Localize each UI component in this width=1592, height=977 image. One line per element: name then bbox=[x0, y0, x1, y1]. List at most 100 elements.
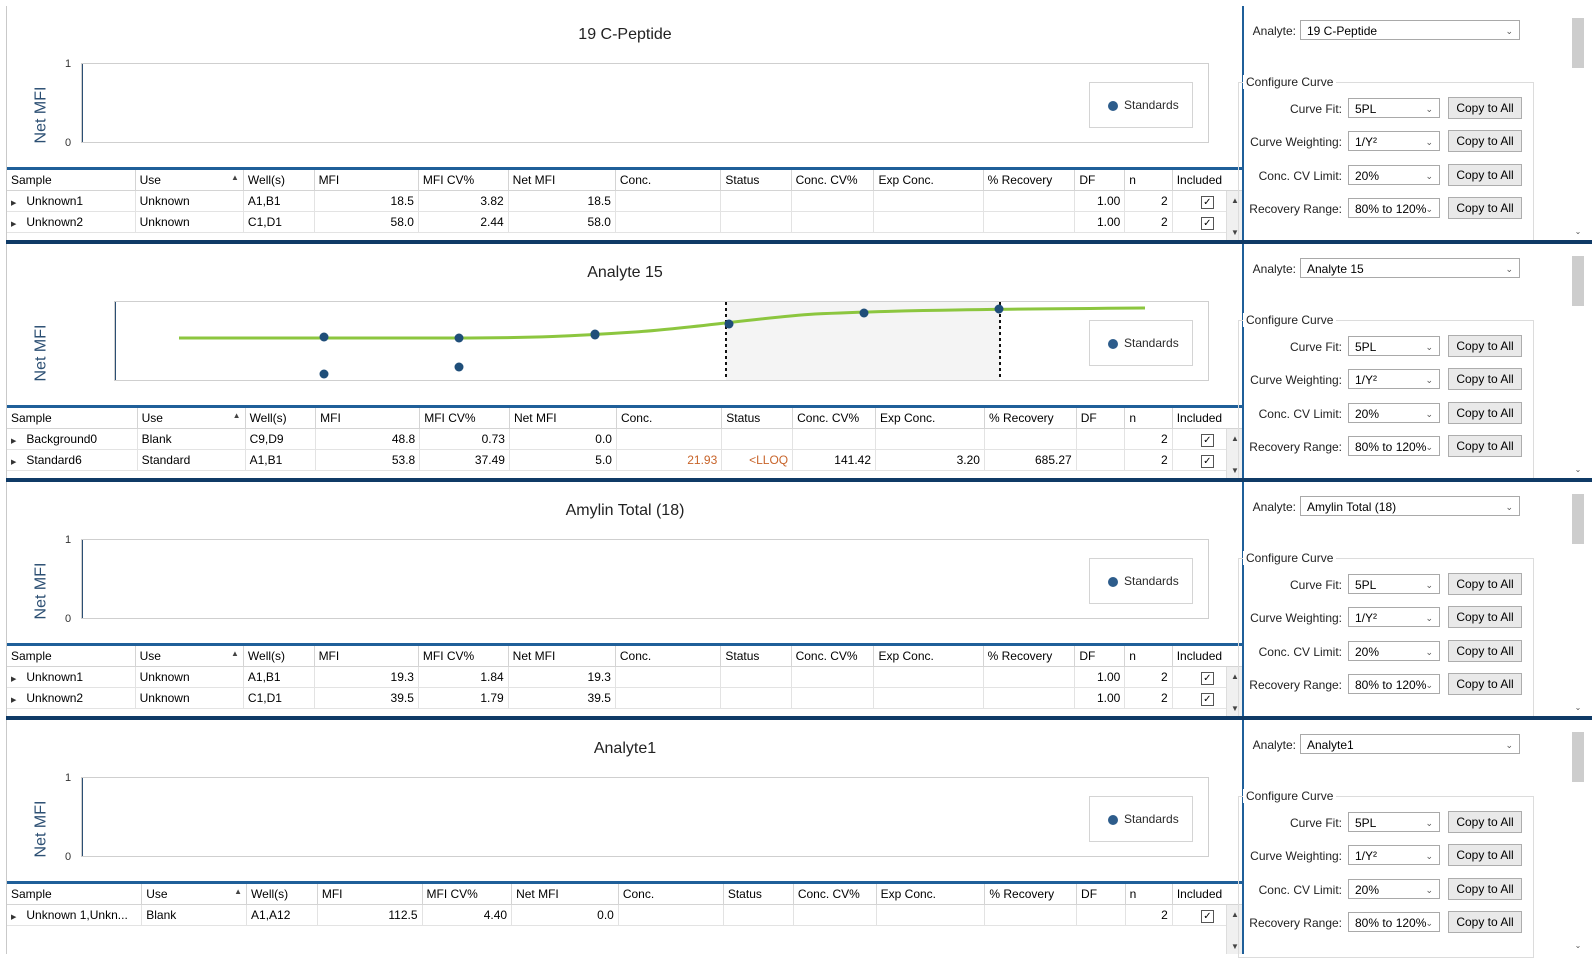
column-header[interactable]: Well(s) bbox=[243, 170, 315, 191]
scroll-thumb[interactable] bbox=[1572, 18, 1584, 68]
analyte-select[interactable]: 19 C-Peptide ⌄ bbox=[1300, 20, 1520, 40]
included-checkbox[interactable]: ✓ bbox=[1200, 671, 1214, 685]
column-header[interactable]: Sample bbox=[7, 170, 136, 191]
column-header[interactable]: n bbox=[1124, 646, 1173, 667]
column-header[interactable]: Conc. bbox=[618, 884, 724, 905]
column-header[interactable]: Net MFI bbox=[508, 170, 616, 191]
scroll-thumb[interactable] bbox=[1572, 256, 1584, 306]
column-header[interactable]: % Recovery bbox=[984, 408, 1077, 429]
conc-cv-limit-select[interactable]: 20% ⌄ bbox=[1348, 165, 1440, 185]
column-header[interactable]: Use ▲ bbox=[137, 408, 246, 429]
conc-cv-limit-select[interactable]: 20% ⌄ bbox=[1348, 879, 1440, 899]
column-header[interactable]: Conc. bbox=[615, 646, 722, 667]
table-row[interactable]: ▶ Unknown 1,Unkn... Blank A1,A12 112.5 4.40 0.… bbox=[7, 904, 1243, 926]
expand-row-icon[interactable]: ▶ bbox=[11, 676, 16, 683]
column-header[interactable]: DF bbox=[1076, 408, 1126, 429]
column-header[interactable]: n bbox=[1124, 408, 1173, 429]
included-checkbox[interactable]: ✓ bbox=[1200, 216, 1214, 230]
table-row[interactable]: ▶ Unknown2 Unknown C1,D1 39.5 1.79 39.5 1.00 2 ✓ bbox=[7, 687, 1243, 709]
curve-fit-copy-to-all-button[interactable]: Copy to All bbox=[1448, 811, 1522, 833]
conc-cv-limit-select[interactable]: 20% ⌄ bbox=[1348, 641, 1440, 661]
included-checkbox[interactable]: ✓ bbox=[1200, 433, 1214, 447]
settings-scrollbar[interactable]: ⌄ bbox=[1570, 726, 1586, 950]
expand-row-icon[interactable]: ▶ bbox=[11, 221, 16, 228]
conc-cv-limit-copy-to-all-button[interactable]: Copy to All bbox=[1448, 402, 1522, 424]
curve-weighting-copy-to-all-button[interactable]: Copy to All bbox=[1448, 606, 1522, 628]
curve-fit-select[interactable]: 5PL ⌄ bbox=[1348, 812, 1440, 832]
scroll-down-icon[interactable]: ⌄ bbox=[1570, 465, 1586, 474]
column-header[interactable]: Status bbox=[720, 646, 792, 667]
curve-fit-copy-to-all-button[interactable]: Copy to All bbox=[1448, 573, 1522, 595]
column-header[interactable]: Conc. CV% bbox=[792, 408, 876, 429]
column-header[interactable]: MFI CV% bbox=[419, 408, 510, 429]
included-checkbox[interactable]: ✓ bbox=[1200, 692, 1214, 706]
conc-cv-limit-copy-to-all-button[interactable]: Copy to All bbox=[1448, 164, 1522, 186]
curve-fit-select[interactable]: 5PL ⌄ bbox=[1348, 336, 1440, 356]
recovery-range-select[interactable]: 80% to 120% ⌄ bbox=[1348, 198, 1440, 218]
column-header[interactable]: % Recovery bbox=[983, 646, 1076, 667]
scroll-down-icon[interactable]: ⌄ bbox=[1570, 227, 1586, 236]
table-row[interactable]: ▶ Unknown2 Unknown C1,D1 58.0 2.44 58.0 1.00 2 ✓ bbox=[7, 211, 1243, 233]
column-header[interactable]: n bbox=[1124, 170, 1173, 191]
column-header[interactable]: Status bbox=[723, 884, 794, 905]
table-row[interactable]: ▶ Standard6 Standard A1,B1 53.8 37.49 5.0 21.93… bbox=[7, 449, 1243, 471]
column-header[interactable]: % Recovery bbox=[984, 884, 1078, 905]
conc-cv-limit-select[interactable]: 20% ⌄ bbox=[1348, 403, 1440, 423]
recovery-range-copy-to-all-button[interactable]: Copy to All bbox=[1448, 197, 1522, 219]
column-header[interactable]: Sample bbox=[7, 646, 136, 667]
column-header[interactable]: Status bbox=[721, 408, 794, 429]
column-header[interactable]: MFI CV% bbox=[422, 884, 513, 905]
curve-weighting-select[interactable]: 1/Y² ⌄ bbox=[1348, 845, 1440, 865]
column-header[interactable]: Conc. CV% bbox=[793, 884, 877, 905]
curve-weighting-select[interactable]: 1/Y² ⌄ bbox=[1348, 369, 1440, 389]
recovery-range-copy-to-all-button[interactable]: Copy to All bbox=[1448, 673, 1522, 695]
column-header[interactable]: Conc. bbox=[615, 170, 722, 191]
column-header[interactable]: Status bbox=[720, 170, 792, 191]
recovery-range-select[interactable]: 80% to 120% ⌄ bbox=[1348, 912, 1440, 932]
settings-scrollbar[interactable]: ⌄ bbox=[1570, 488, 1586, 712]
column-header[interactable]: MFI bbox=[314, 646, 419, 667]
analyte-select[interactable]: Analyte1 ⌄ bbox=[1300, 734, 1520, 754]
column-header[interactable]: DF bbox=[1074, 646, 1126, 667]
expand-row-icon[interactable]: ▶ bbox=[11, 697, 16, 704]
column-header[interactable]: Use ▲ bbox=[141, 884, 248, 905]
column-header[interactable]: MFI CV% bbox=[418, 170, 509, 191]
settings-scrollbar[interactable]: ⌄ bbox=[1570, 250, 1586, 474]
recovery-range-copy-to-all-button[interactable]: Copy to All bbox=[1448, 435, 1522, 457]
column-header[interactable]: Exp Conc. bbox=[875, 408, 985, 429]
column-header[interactable]: Well(s) bbox=[243, 646, 315, 667]
column-header[interactable]: Included bbox=[1172, 646, 1243, 667]
column-header[interactable]: Included bbox=[1172, 884, 1243, 905]
table-row[interactable]: ▶ Unknown1 Unknown A1,B1 18.5 3.82 18.5 1.00 2 ✓ bbox=[7, 190, 1243, 212]
column-header[interactable]: Sample bbox=[7, 408, 138, 429]
curve-fit-select[interactable]: 5PL ⌄ bbox=[1348, 574, 1440, 594]
curve-weighting-select[interactable]: 1/Y² ⌄ bbox=[1348, 131, 1440, 151]
table-row[interactable]: ▶ Unknown1 Unknown A1,B1 19.3 1.84 19.3 1.00 2 ✓ bbox=[7, 666, 1243, 688]
analyte-select[interactable]: Analyte 15 ⌄ bbox=[1300, 258, 1520, 278]
table-row[interactable]: ▶ Background0 Blank C9,D9 48.8 0.73 0.0 2 ✓ bbox=[7, 428, 1243, 450]
column-header[interactable]: Included bbox=[1172, 408, 1243, 429]
recovery-range-select[interactable]: 80% to 120% ⌄ bbox=[1348, 436, 1440, 456]
column-header[interactable]: Use ▲ bbox=[135, 646, 244, 667]
column-header[interactable]: Net MFI bbox=[511, 884, 619, 905]
column-header[interactable]: Well(s) bbox=[245, 408, 317, 429]
curve-weighting-copy-to-all-button[interactable]: Copy to All bbox=[1448, 844, 1522, 866]
curve-weighting-copy-to-all-button[interactable]: Copy to All bbox=[1448, 368, 1522, 390]
column-header[interactable]: MFI bbox=[314, 170, 419, 191]
scroll-thumb[interactable] bbox=[1572, 732, 1584, 782]
conc-cv-limit-copy-to-all-button[interactable]: Copy to All bbox=[1448, 878, 1522, 900]
column-header[interactable]: DF bbox=[1074, 170, 1126, 191]
column-header[interactable]: Conc. bbox=[616, 408, 723, 429]
settings-scrollbar[interactable]: ⌄ bbox=[1570, 12, 1586, 236]
column-header[interactable]: Exp Conc. bbox=[876, 884, 986, 905]
column-header[interactable]: DF bbox=[1076, 884, 1126, 905]
column-header[interactable]: % Recovery bbox=[983, 170, 1076, 191]
curve-fit-copy-to-all-button[interactable]: Copy to All bbox=[1448, 335, 1522, 357]
column-header[interactable]: Sample bbox=[7, 884, 143, 905]
included-checkbox[interactable]: ✓ bbox=[1200, 195, 1214, 209]
recovery-range-copy-to-all-button[interactable]: Copy to All bbox=[1448, 911, 1522, 933]
scroll-down-icon[interactable]: ⌄ bbox=[1570, 941, 1586, 950]
column-header[interactable]: Exp Conc. bbox=[873, 170, 984, 191]
scroll-thumb[interactable] bbox=[1572, 494, 1584, 544]
curve-fit-select[interactable]: 5PL ⌄ bbox=[1348, 98, 1440, 118]
